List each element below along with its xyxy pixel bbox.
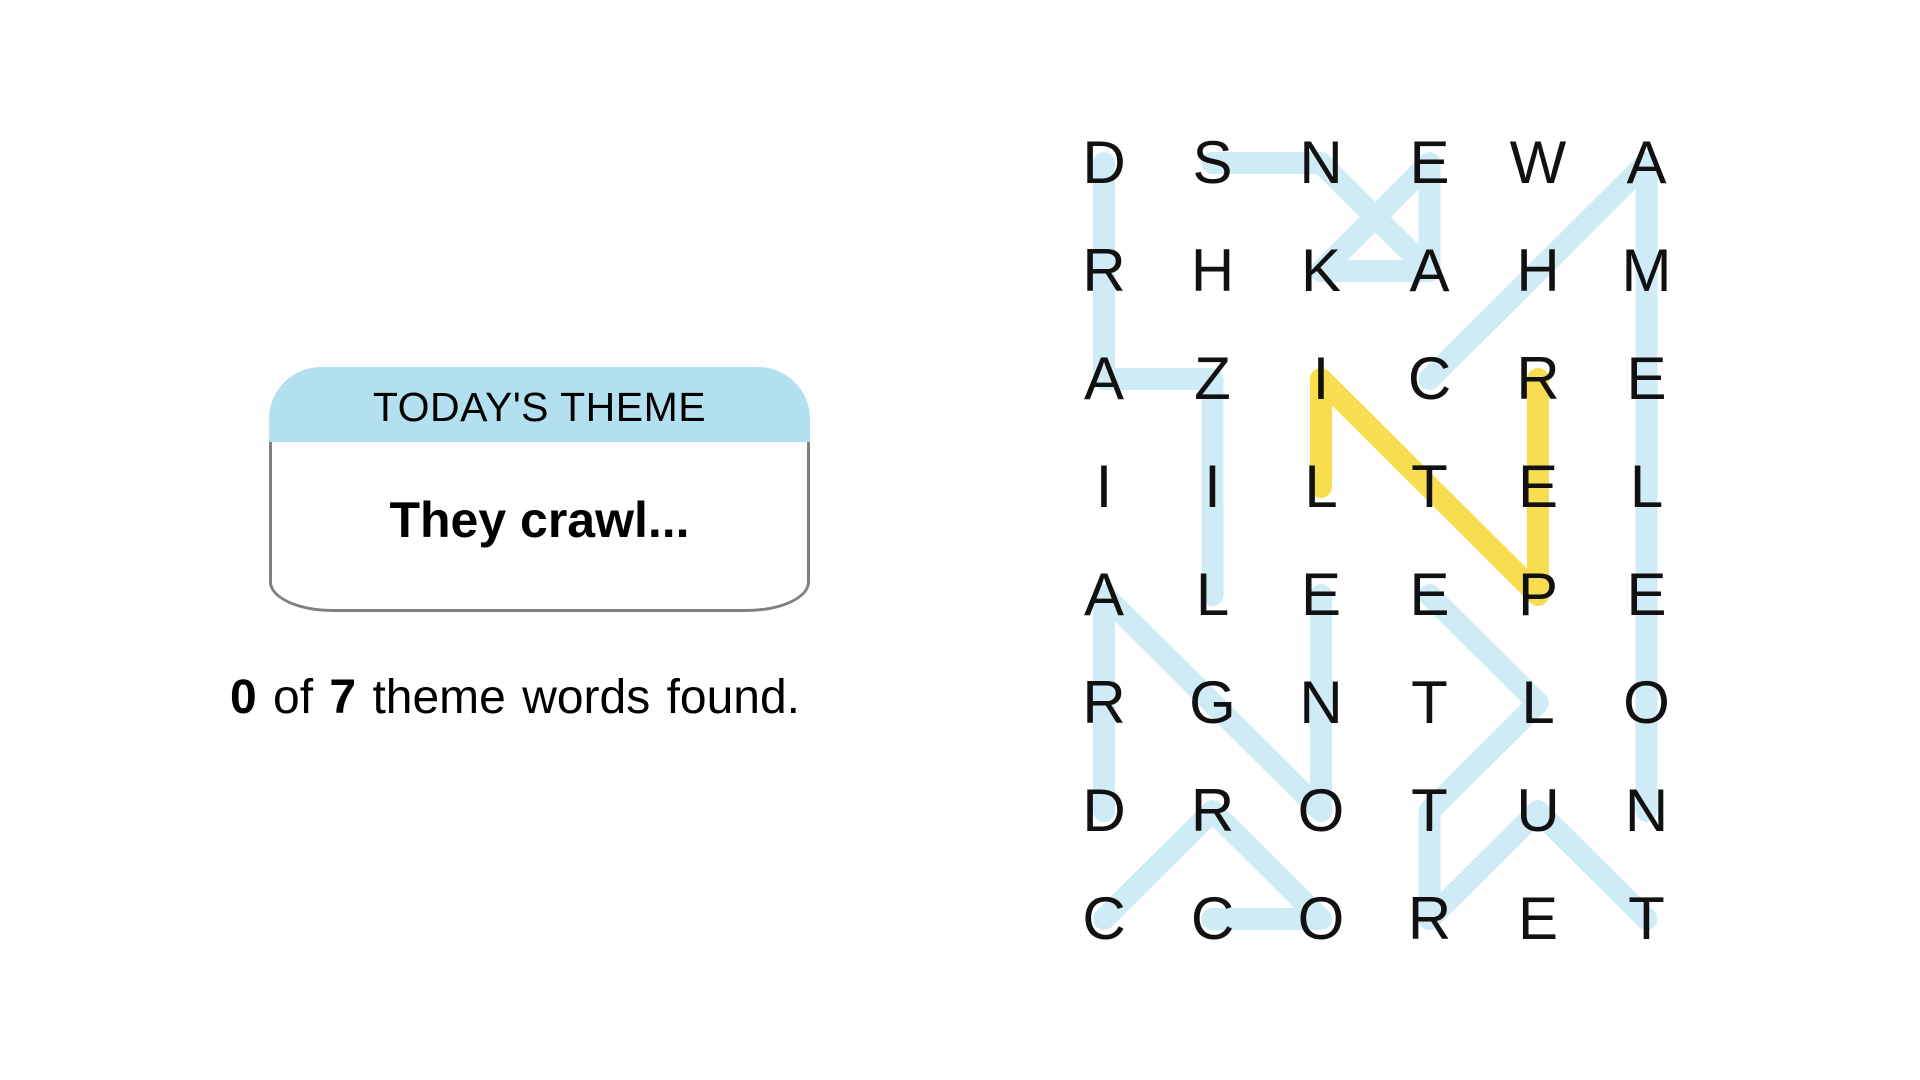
grid-cell[interactable]: I: [1173, 447, 1253, 527]
grid-cell[interactable]: D: [1064, 771, 1144, 851]
grid-cell[interactable]: C: [1064, 879, 1144, 959]
grid-cell[interactable]: T: [1607, 879, 1687, 959]
grid-cell[interactable]: N: [1281, 663, 1361, 743]
grid-cell[interactable]: M: [1607, 231, 1687, 311]
grid-cell[interactable]: T: [1390, 447, 1470, 527]
grid-cell[interactable]: O: [1607, 663, 1687, 743]
grid-cell[interactable]: A: [1607, 123, 1687, 203]
theme-clue: They crawl...: [389, 491, 690, 548]
grid-cell[interactable]: C: [1390, 339, 1470, 419]
grid-cell[interactable]: T: [1390, 771, 1470, 851]
grid-cell[interactable]: E: [1498, 879, 1578, 959]
grid-cell[interactable]: K: [1281, 231, 1361, 311]
grid-cell[interactable]: I: [1281, 339, 1361, 419]
grid-cell[interactable]: A: [1064, 555, 1144, 635]
grid-cell[interactable]: I: [1064, 447, 1144, 527]
grid-cell[interactable]: E: [1281, 555, 1361, 635]
grid-cell[interactable]: D: [1064, 123, 1144, 203]
grid-cell[interactable]: H: [1173, 231, 1253, 311]
grid-cell[interactable]: R: [1498, 339, 1578, 419]
theme-header: TODAY'S THEME: [269, 367, 810, 442]
hint-line: [1418, 584, 1658, 930]
letter-grid[interactable]: DSNEWARHKAHMAZICREIILTELALEEPERGNTLODROT…: [1040, 110, 1740, 990]
grid-cell[interactable]: L: [1281, 447, 1361, 527]
progress-of: of: [256, 671, 330, 724]
grid-cell[interactable]: O: [1281, 771, 1361, 851]
theme-card: TODAY'S THEME They crawl...: [269, 367, 810, 612]
grid-cell[interactable]: R: [1390, 879, 1470, 959]
grid-cell[interactable]: L: [1607, 447, 1687, 527]
progress-suffix: theme words found.: [356, 671, 801, 724]
theme-body: They crawl...: [269, 442, 810, 612]
grid-cell[interactable]: S: [1173, 123, 1253, 203]
found-count: 0: [230, 671, 257, 724]
grid-cell[interactable]: E: [1390, 123, 1470, 203]
grid-cell[interactable]: L: [1173, 555, 1253, 635]
grid-cell[interactable]: T: [1390, 663, 1470, 743]
grid-cell[interactable]: P: [1498, 555, 1578, 635]
grid-cell[interactable]: W: [1498, 123, 1578, 203]
grid-cell[interactable]: C: [1173, 879, 1253, 959]
grid-cell[interactable]: Z: [1173, 339, 1253, 419]
grid-cell[interactable]: E: [1390, 555, 1470, 635]
grid-cell[interactable]: N: [1607, 771, 1687, 851]
grid-cell[interactable]: H: [1498, 231, 1578, 311]
grid-cell[interactable]: R: [1064, 231, 1144, 311]
grid-cell[interactable]: A: [1390, 231, 1470, 311]
strands-game: TODAY'S THEME They crawl... 0 of 7 theme…: [0, 0, 1920, 1080]
grid-cell[interactable]: N: [1281, 123, 1361, 203]
grid-cell[interactable]: A: [1064, 339, 1144, 419]
grid-cell[interactable]: R: [1064, 663, 1144, 743]
total-count: 7: [329, 671, 357, 724]
grid-cell[interactable]: E: [1607, 555, 1687, 635]
progress-text: 0 of 7 theme words found.: [230, 670, 850, 725]
grid-cell[interactable]: E: [1498, 447, 1578, 527]
grid-cell[interactable]: G: [1173, 663, 1253, 743]
grid-cell[interactable]: L: [1498, 663, 1578, 743]
grid-cell[interactable]: E: [1607, 339, 1687, 419]
grid-cell[interactable]: R: [1173, 771, 1253, 851]
grid-cell[interactable]: U: [1498, 771, 1578, 851]
grid-cell[interactable]: O: [1281, 879, 1361, 959]
